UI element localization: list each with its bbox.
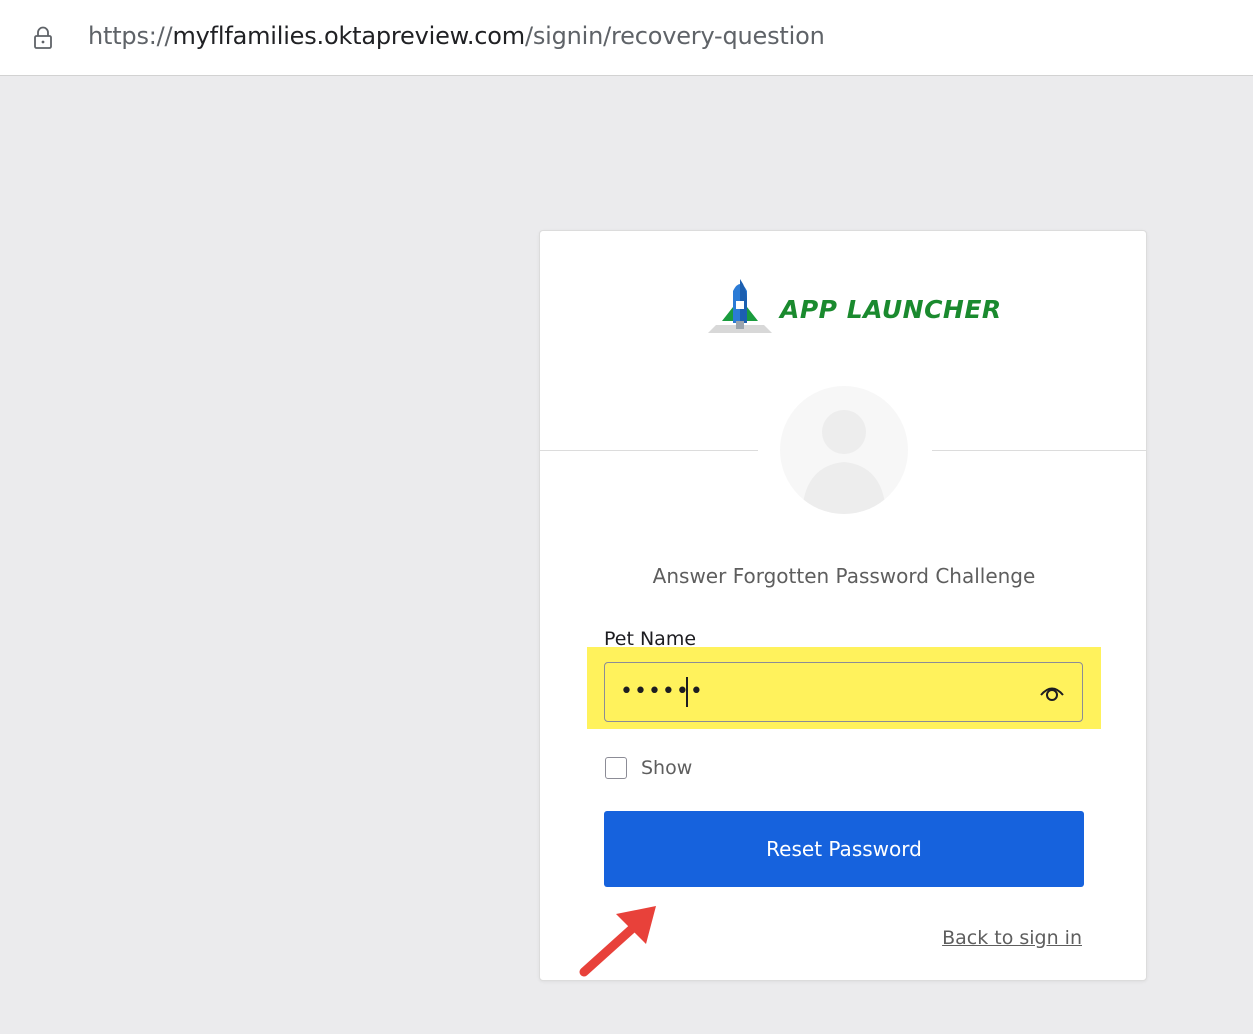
address-bar[interactable]: https://myflfamilies.oktapreview.com/sig… <box>0 0 1253 76</box>
url-host: myflfamilies.oktapreview.com <box>172 22 525 50</box>
show-checkbox[interactable] <box>605 757 627 779</box>
red-arrow-icon <box>579 906 656 977</box>
user-avatar <box>780 386 908 514</box>
divider-left <box>540 450 758 451</box>
challenge-title: Answer Forgotten Password Challenge <box>652 564 1036 588</box>
logo-text: APP LAUNCHER <box>780 295 1002 324</box>
divider-right <box>932 450 1147 451</box>
signin-card: APP LAUNCHER Answer Forgotten Password C… <box>539 230 1147 981</box>
pet-name-input[interactable]: •••••• <box>604 662 1083 722</box>
eye-icon[interactable] <box>1038 680 1066 704</box>
url-scheme: https:// <box>88 22 173 50</box>
reset-password-button[interactable]: Reset Password <box>604 811 1084 887</box>
url-text[interactable]: https://myflfamilies.oktapreview.com/sig… <box>88 22 825 50</box>
url-path: /signin/recovery-question <box>524 22 825 50</box>
show-checkbox-label[interactable]: Show <box>641 757 692 779</box>
pet-name-value: •••••• <box>620 679 704 704</box>
lock-icon[interactable] <box>33 26 53 50</box>
user-silhouette-icon <box>802 410 886 514</box>
text-caret <box>686 677 688 707</box>
back-to-sign-in-link[interactable]: Back to sign in <box>942 927 1082 949</box>
